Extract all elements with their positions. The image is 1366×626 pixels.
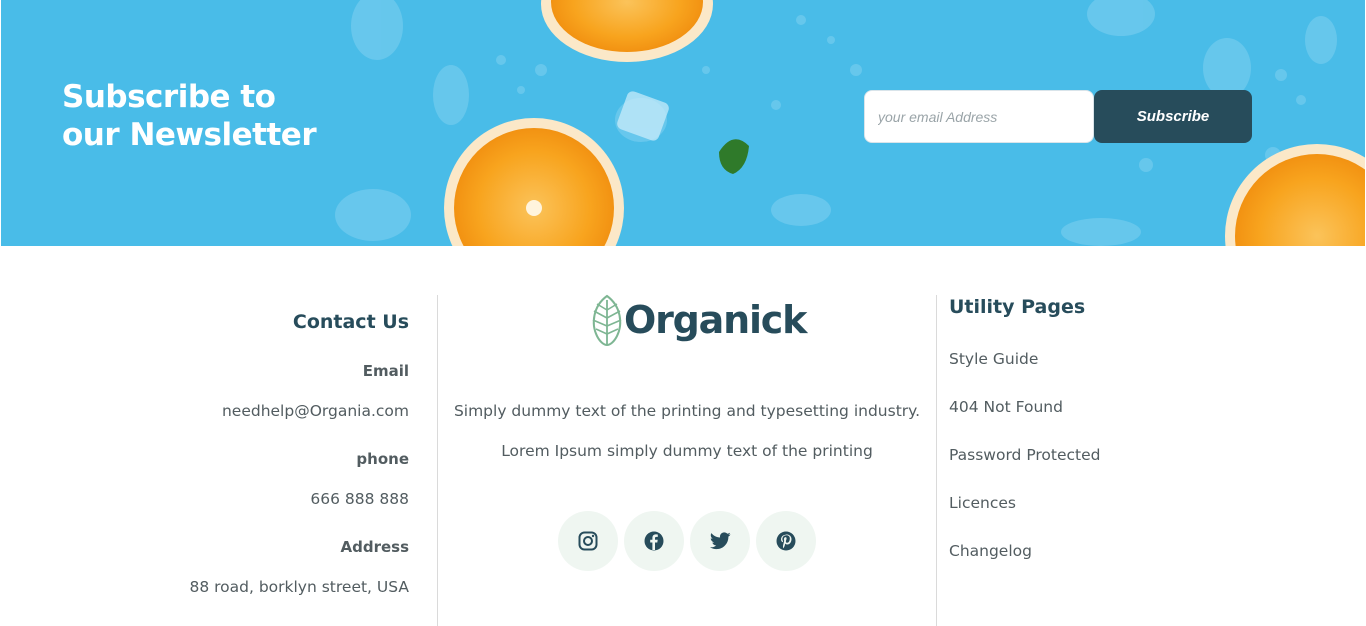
- utility-link-password-protected[interactable]: Password Protected: [949, 446, 1101, 464]
- brand-description-line1: Simply dummy text of the printing and ty…: [453, 402, 921, 420]
- address-label: Address: [340, 538, 409, 556]
- utility-link-404[interactable]: 404 Not Found: [949, 398, 1063, 416]
- newsletter-banner: Subscribe to our Newsletter Subscribe: [1, 0, 1365, 246]
- twitter-icon: [709, 532, 731, 550]
- instagram-button[interactable]: [558, 511, 618, 571]
- pinterest-icon: [776, 531, 796, 551]
- utility-link-changelog[interactable]: Changelog: [949, 542, 1032, 560]
- email-input[interactable]: [864, 90, 1094, 143]
- utility-column: Utility Pages Style Guide 404 Not Found …: [949, 246, 1249, 626]
- logo[interactable]: Organick: [591, 294, 807, 346]
- phone-link[interactable]: 666 888 888: [310, 490, 409, 508]
- instagram-icon: [578, 531, 598, 551]
- email-label: Email: [362, 362, 409, 380]
- facebook-button[interactable]: [624, 511, 684, 571]
- social-links: [558, 511, 816, 571]
- orange-slice-right: [1225, 144, 1365, 246]
- newsletter-title-line1: Subscribe to: [62, 79, 276, 115]
- newsletter-title: Subscribe to our Newsletter: [62, 78, 317, 154]
- mint-leaf: [719, 139, 749, 174]
- facebook-icon: [644, 531, 664, 551]
- address-value: 88 road, borklyn street, USA: [189, 578, 409, 596]
- contact-column: Contact Us Email needhelp@Organia.com ph…: [109, 246, 409, 626]
- leaf-logo-icon: [592, 294, 622, 346]
- footer-divider-right: [936, 295, 937, 626]
- orange-slice-top: [541, 0, 713, 62]
- phone-label: phone: [356, 450, 409, 468]
- utility-link-style-guide[interactable]: Style Guide: [949, 350, 1038, 368]
- orange-slice-bottom: [444, 118, 624, 246]
- newsletter-title-line2: our Newsletter: [62, 117, 317, 153]
- brand-name: Organick: [624, 298, 807, 342]
- utility-link-licences[interactable]: Licences: [949, 494, 1016, 512]
- utility-title: Utility Pages: [949, 296, 1086, 318]
- pinterest-button[interactable]: [756, 511, 816, 571]
- twitter-button[interactable]: [690, 511, 750, 571]
- brand-description-line2: Lorem Ipsum simply dummy text of the pri…: [501, 442, 873, 460]
- contact-title: Contact Us: [292, 311, 409, 333]
- brand-column: Organick Simply dummy text of the printi…: [438, 246, 936, 626]
- email-link[interactable]: needhelp@Organia.com: [222, 402, 409, 420]
- subscribe-button[interactable]: Subscribe: [1094, 90, 1252, 143]
- footer: Contact Us Email needhelp@Organia.com ph…: [0, 246, 1366, 626]
